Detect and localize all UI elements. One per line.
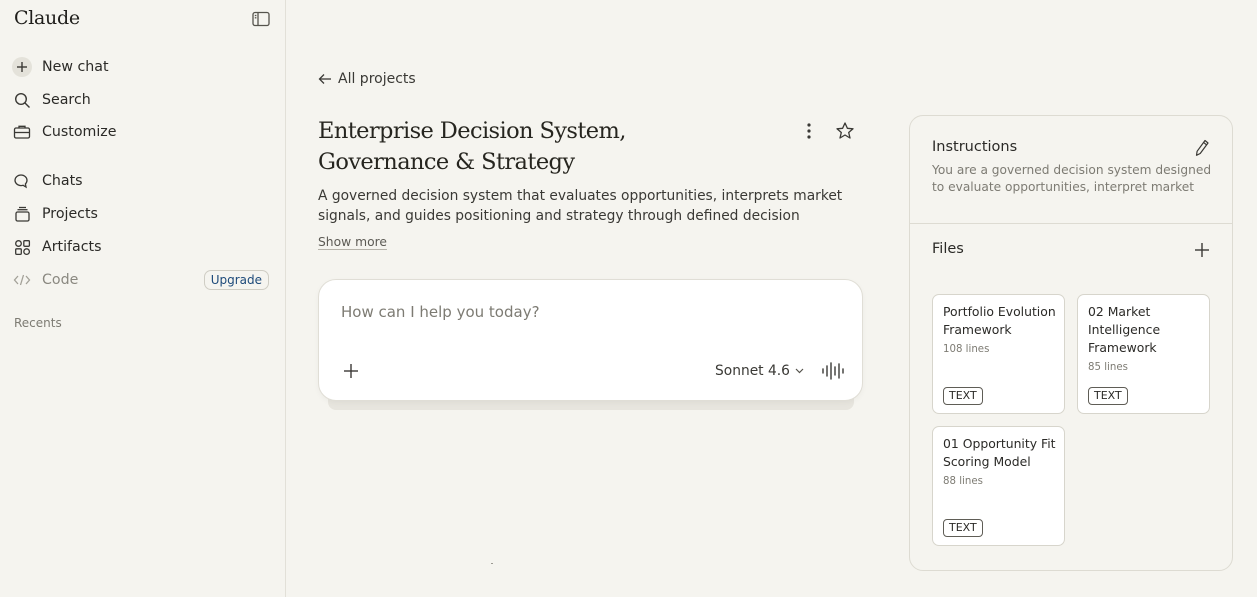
model-name: Sonnet 4.6 (715, 363, 790, 379)
sidebar-item-label: Search (42, 92, 91, 108)
files-heading: Files (932, 241, 964, 257)
divider-dot (491, 563, 493, 564)
sidebar-item-label: Customize (42, 124, 117, 140)
edit-pencil-icon[interactable] (1194, 139, 1210, 157)
briefcase-icon (12, 122, 32, 142)
plus-icon (12, 57, 32, 77)
all-projects-label: All projects (338, 71, 416, 87)
chat-input[interactable] (339, 302, 839, 322)
file-type-badge: TEXT (943, 387, 983, 405)
projects-stack-icon (12, 204, 32, 224)
sidebar-item-customize[interactable]: Customize (8, 118, 276, 146)
search-icon (12, 90, 32, 110)
file-type-badge: TEXT (1088, 387, 1128, 405)
chat-bubbles-icon (12, 171, 32, 191)
file-card[interactable]: Portfolio Evolution Framework 108 lines … (932, 294, 1065, 414)
sidebar-item-code[interactable]: Code Upgrade (8, 266, 276, 294)
sidebar-item-artifacts[interactable]: Artifacts (8, 233, 276, 261)
code-icon (12, 270, 32, 290)
file-line-count: 108 lines (943, 344, 990, 355)
sidebar: Claude New chat Search Customize Chats P… (0, 0, 286, 597)
file-name: 02 Market Intelligence Framework (1088, 304, 1161, 355)
instructions-heading: Instructions (932, 139, 1018, 155)
sidebar-toggle-icon[interactable] (252, 11, 270, 27)
chat-composer: Sonnet 4.6 (318, 279, 863, 401)
add-file-icon[interactable] (1193, 241, 1211, 259)
sidebar-item-label: Code (42, 272, 79, 288)
panel-divider (910, 223, 1232, 224)
project-title: Enterprise Decision System, Governance &… (318, 118, 626, 175)
file-line-count: 88 lines (943, 476, 983, 487)
file-line-count: 85 lines (1088, 362, 1128, 373)
recents-heading: Recents (14, 316, 62, 330)
voice-waveform-icon[interactable] (821, 361, 845, 381)
arrow-left-icon (318, 73, 332, 85)
file-card[interactable]: 01 Opportunity Fit Scoring Model 88 line… (932, 426, 1065, 546)
sidebar-item-label: Chats (42, 173, 83, 189)
sidebar-item-projects[interactable]: Projects (8, 200, 276, 228)
project-knowledge-panel: Instructions You are a governed decision… (909, 115, 1233, 571)
artifacts-grid-icon (12, 237, 32, 257)
sidebar-item-label: Projects (42, 206, 98, 222)
new-chat-button[interactable]: New chat (8, 53, 276, 81)
chevron-down-icon (795, 368, 804, 374)
star-icon[interactable] (835, 121, 855, 141)
all-projects-link[interactable]: All projects (318, 71, 416, 87)
file-card[interactable]: 02 Market Intelligence Framework 85 line… (1077, 294, 1210, 414)
sidebar-item-chats[interactable]: Chats (8, 167, 276, 195)
sidebar-item-label: Artifacts (42, 239, 102, 255)
add-attachment-icon[interactable] (341, 361, 361, 381)
file-type-badge: TEXT (943, 519, 983, 537)
show-more-link[interactable]: Show more (318, 235, 387, 249)
sidebar-item-search[interactable]: Search (8, 86, 276, 114)
file-name: 01 Opportunity Fit Scoring Model (943, 436, 1056, 469)
file-name: Portfolio Evolution Framework (943, 304, 1056, 337)
project-description: A governed decision system that evaluate… (318, 188, 843, 224)
instructions-text[interactable]: You are a governed decision system desig… (932, 162, 1214, 196)
new-chat-label: New chat (42, 59, 109, 75)
more-options-icon[interactable] (799, 121, 819, 141)
app-logo[interactable]: Claude (14, 7, 80, 29)
model-selector[interactable]: Sonnet 4.6 (715, 361, 804, 381)
upgrade-button[interactable]: Upgrade (203, 270, 269, 290)
